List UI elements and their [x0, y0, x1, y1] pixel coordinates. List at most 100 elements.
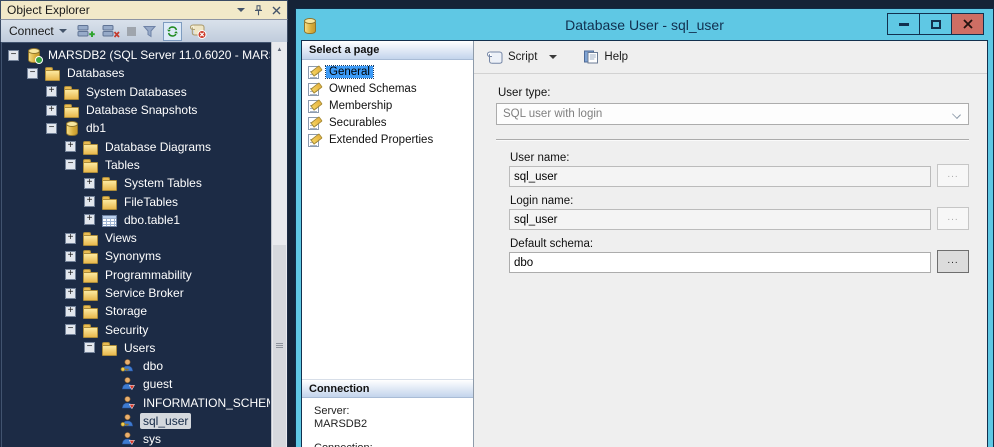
- user-deny-icon: [120, 431, 136, 447]
- tree-item-information-schem[interactable]: INFORMATION_SCHEM: [2, 394, 270, 412]
- tree-item-users[interactable]: −Users: [2, 339, 270, 357]
- tree-item-system-databases[interactable]: +System Databases: [2, 83, 270, 101]
- disable-autoscript-icon[interactable]: [189, 24, 207, 39]
- maximize-button[interactable]: [919, 13, 952, 35]
- disconnect-server-icon[interactable]: [102, 24, 120, 39]
- tree-item-service-broker[interactable]: +Service Broker: [2, 284, 270, 302]
- tree-item-label: Programmability: [102, 267, 195, 283]
- page-icon: [307, 82, 322, 96]
- user-name-label: User name:: [510, 152, 569, 164]
- expand-icon[interactable]: +: [65, 251, 76, 262]
- user-type-select: SQL user with login: [496, 103, 969, 125]
- expand-icon[interactable]: +: [46, 105, 57, 116]
- folder-icon: [82, 230, 98, 246]
- scrollbar-track[interactable]: [272, 57, 287, 447]
- page-item-membership[interactable]: Membership: [302, 97, 473, 114]
- expand-icon[interactable]: +: [65, 288, 76, 299]
- expand-icon[interactable]: +: [84, 196, 95, 207]
- chevron-down-icon: [952, 110, 961, 119]
- close-icon[interactable]: [272, 6, 281, 15]
- collapse-icon[interactable]: −: [8, 50, 19, 61]
- database-icon: [63, 120, 79, 136]
- folder-icon: [82, 248, 98, 264]
- collapse-icon[interactable]: −: [65, 324, 76, 335]
- tree-item-label: System Tables: [121, 175, 205, 191]
- script-button[interactable]: Script: [486, 51, 537, 64]
- tree-item-filetables[interactable]: +FileTables: [2, 192, 270, 210]
- collapse-icon[interactable]: −: [27, 68, 38, 79]
- select-a-page-panel: Select a page GeneralOwned SchemasMember…: [302, 41, 474, 447]
- tree-item-label: Database Diagrams: [102, 139, 214, 155]
- page-icon: [307, 133, 322, 147]
- folder-icon: [63, 84, 79, 100]
- page-item-extended-properties[interactable]: Extended Properties: [302, 131, 473, 148]
- tree-item-database-diagrams[interactable]: + Database Diagrams: [2, 137, 270, 155]
- collapse-icon[interactable]: −: [84, 342, 95, 353]
- login-name-browse-button: ...: [937, 207, 969, 230]
- screen: Object Explorer Connect: [0, 0, 994, 447]
- tree-item-label: sql_user: [140, 413, 191, 429]
- expand-icon[interactable]: +: [84, 178, 95, 189]
- expand-icon[interactable]: +: [46, 86, 57, 97]
- collapse-icon[interactable]: −: [46, 123, 57, 134]
- page-item-securables[interactable]: Securables: [302, 114, 473, 131]
- window-position-menu-icon[interactable]: [237, 8, 245, 12]
- help-icon: [583, 50, 599, 64]
- tree-item-database-snapshots[interactable]: +Database Snapshots: [2, 101, 270, 119]
- help-button[interactable]: Help: [583, 50, 628, 64]
- folder-icon: [101, 340, 117, 356]
- tree-item-sql-user[interactable]: sql_user: [2, 412, 270, 430]
- expand-icon[interactable]: +: [65, 233, 76, 244]
- page-item-general[interactable]: General: [302, 63, 473, 80]
- tree-item-programmability[interactable]: + Programmability: [2, 266, 270, 284]
- tree-item-label: Storage: [102, 303, 150, 319]
- object-explorer-titlebar: Object Explorer: [0, 0, 288, 20]
- general-page-content: Script Help User type: SQL user with log…: [474, 41, 987, 447]
- tree-item-security[interactable]: −Security: [2, 320, 270, 338]
- tree-item-label: dbo: [140, 358, 166, 374]
- tree-item-marsdb2-sql-server-11-0-6020-marsd[interactable]: −MARSDB2 (SQL Server 11.0.6020 - MARSD: [2, 46, 270, 64]
- close-icon: [963, 19, 973, 29]
- connection-info: Server: MARSDB2 Connection:: [314, 405, 373, 447]
- connect-label: Connect: [9, 24, 54, 38]
- scrollbar-thumb[interactable]: [273, 245, 286, 447]
- tree-item-dbo-table1[interactable]: +dbo.table1: [2, 211, 270, 229]
- collapse-icon[interactable]: −: [65, 159, 76, 170]
- tree-item-dbo[interactable]: dbo: [2, 357, 270, 375]
- page-item-owned-schemas[interactable]: Owned Schemas: [302, 80, 473, 97]
- tree-item-label: guest: [140, 376, 175, 392]
- login-name-label: Login name:: [510, 195, 573, 207]
- tree-scrollbar[interactable]: ▲: [271, 42, 287, 447]
- connect-button[interactable]: Connect: [6, 23, 70, 39]
- minimize-button[interactable]: [887, 13, 920, 35]
- tree-item-guest[interactable]: guest: [2, 375, 270, 393]
- script-dropdown-icon[interactable]: [549, 55, 557, 59]
- default-schema-input[interactable]: [509, 252, 931, 273]
- tree-item-label: Views: [102, 230, 140, 246]
- filter-icon[interactable]: [143, 25, 156, 38]
- page-icon: [307, 116, 322, 130]
- expand-icon[interactable]: +: [84, 214, 95, 225]
- connection-label: Connection:: [314, 442, 373, 447]
- tree-item-db1[interactable]: −db1: [2, 119, 270, 137]
- expand-icon[interactable]: +: [65, 269, 76, 280]
- expand-icon[interactable]: +: [65, 141, 76, 152]
- connect-server-icon[interactable]: [77, 24, 95, 39]
- server-label: Server:: [314, 405, 373, 418]
- default-schema-browse-button[interactable]: ...: [937, 250, 969, 273]
- dialog-titlebar[interactable]: Database User - sql_user: [296, 9, 993, 40]
- refresh-icon[interactable]: [163, 22, 182, 41]
- tree-item-tables[interactable]: −Tables: [2, 156, 270, 174]
- pin-icon[interactable]: [254, 5, 263, 16]
- folder-icon: [101, 175, 117, 191]
- tree-item-sys[interactable]: sys: [2, 430, 270, 447]
- tree-item-synonyms[interactable]: +Synonyms: [2, 247, 270, 265]
- tree-item-views[interactable]: + Views: [2, 229, 270, 247]
- scroll-up-icon[interactable]: ▲: [272, 42, 287, 57]
- tree-item-storage[interactable]: + Storage: [2, 302, 270, 320]
- tree-item-system-tables[interactable]: + System Tables: [2, 174, 270, 192]
- expand-icon[interactable]: +: [65, 306, 76, 317]
- tree-item-databases[interactable]: −Databases: [2, 64, 270, 82]
- close-button[interactable]: [951, 13, 984, 35]
- user-key-icon: [120, 413, 136, 429]
